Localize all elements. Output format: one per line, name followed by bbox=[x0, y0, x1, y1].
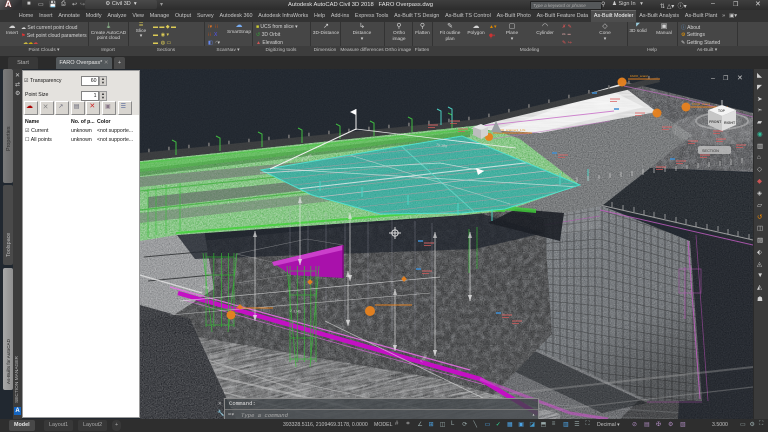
svg-text:RIGHT: RIGHT bbox=[724, 121, 736, 125]
svg-text:FARO_scan4: FARO_scan4 bbox=[692, 102, 710, 106]
svg-text:FARO_scan2: FARO_scan2 bbox=[630, 74, 648, 78]
svg-text:✕: ✕ bbox=[737, 75, 743, 82]
svg-text:–: – bbox=[711, 75, 715, 82]
svg-text:2.3145: 2.3145 bbox=[290, 309, 301, 314]
svg-text:SECTION: SECTION bbox=[702, 149, 719, 153]
svg-text:FRONT: FRONT bbox=[709, 120, 722, 124]
svg-text:TOP: TOP bbox=[718, 109, 726, 113]
svg-text:❐: ❐ bbox=[723, 75, 729, 82]
